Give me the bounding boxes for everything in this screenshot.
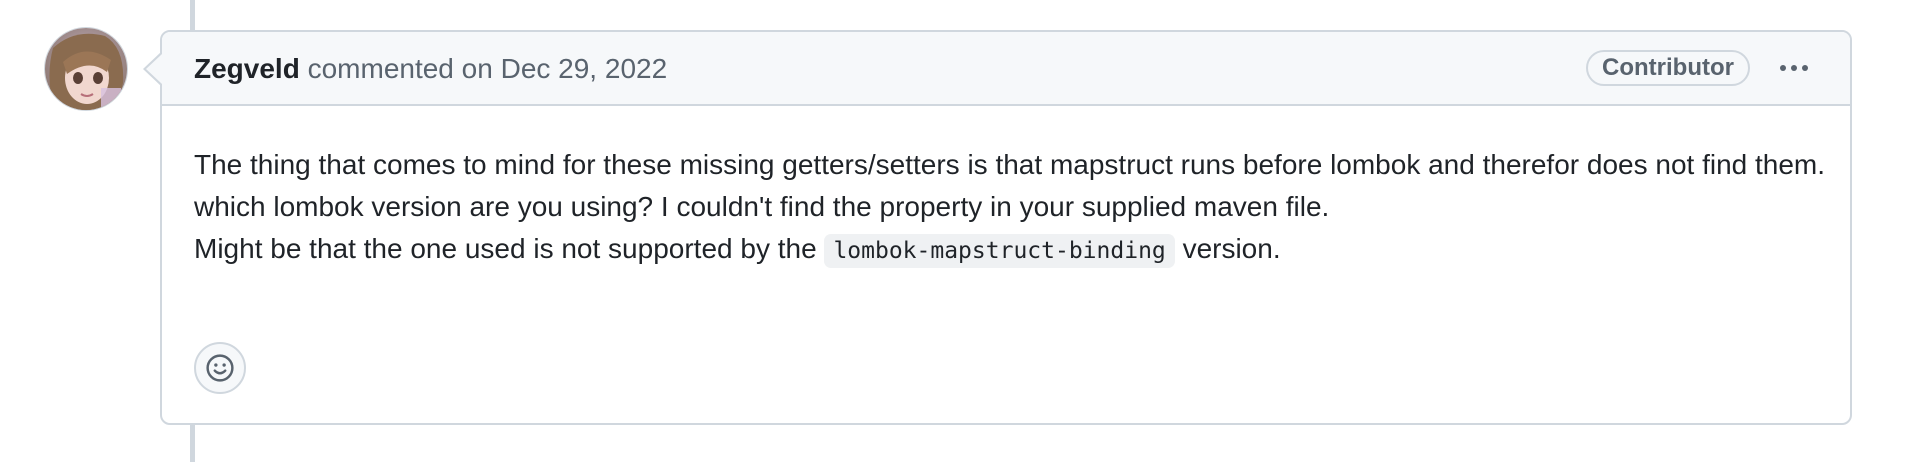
comment-line-1: The thing that comes to mind for these m…	[194, 149, 1826, 180]
comment-body: The thing that comes to mind for these m…	[194, 144, 1834, 272]
comment-line-3-suffix: version.	[1182, 233, 1281, 264]
kebab-horizontal-icon	[1791, 65, 1797, 71]
smiley-icon	[206, 354, 234, 382]
comment-line-2: which lombok version are you using? I co…	[194, 191, 1330, 222]
contributor-badge: Contributor	[1586, 50, 1750, 86]
avatar-image	[45, 28, 127, 110]
comment-action: commented on	[307, 53, 493, 84]
comment-pointer-inner	[146, 54, 162, 84]
add-reaction-button[interactable]	[194, 342, 246, 394]
comment-paragraph-1: The thing that comes to mind for these m…	[194, 144, 1834, 272]
kebab-horizontal-icon	[1802, 65, 1808, 71]
author-link[interactable]: Zegveld	[194, 53, 300, 84]
inline-code: lombok-mapstruct-binding	[824, 234, 1175, 268]
comment-date-link[interactable]: Dec 29, 2022	[501, 53, 668, 84]
avatar[interactable]	[44, 27, 128, 111]
comment-box: Zegveld commented on Dec 29, 2022 Contri…	[160, 30, 1852, 425]
kebab-horizontal-icon	[1780, 65, 1786, 71]
comment-header-text: Zegveld commented on Dec 29, 2022	[194, 52, 667, 86]
comment-line-3-prefix: Might be that the one used is not suppor…	[194, 233, 817, 264]
comment-options-button[interactable]	[1774, 50, 1814, 86]
comment-header: Zegveld commented on Dec 29, 2022 Contri…	[162, 32, 1850, 106]
